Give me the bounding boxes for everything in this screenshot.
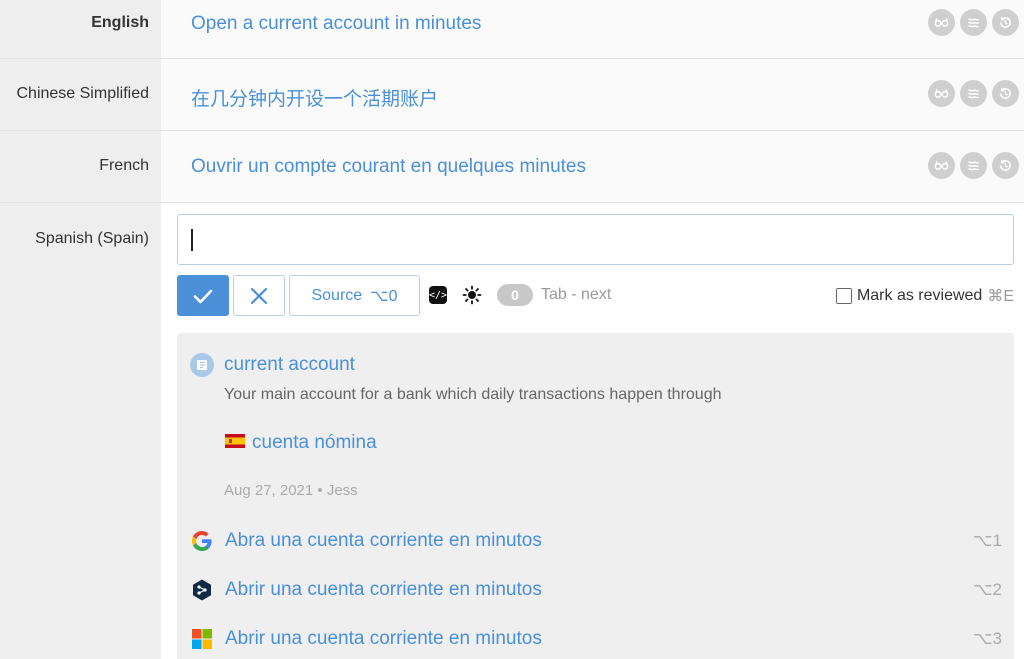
glossary-book-icon — [190, 353, 214, 377]
source-shortcut: ⌥0 — [370, 287, 398, 305]
machine-translation-text: Abrir una cuenta corriente en minutos — [225, 579, 542, 600]
row-actions — [928, 9, 1019, 36]
machine-translation-shortcut: ⌥1 — [972, 531, 1002, 550]
glossary-description: Your main account for a bank which daily… — [224, 386, 722, 403]
machine-translation-deepl[interactable]: Abrir una cuenta corriente en minutos ⌥2 — [190, 575, 1014, 605]
glasses-icon[interactable] — [928, 9, 955, 36]
editor-toolbar: Source ⌥0 </> 0 Tab - next Mark as revie… — [177, 275, 1014, 316]
deepl-logo-icon — [193, 579, 211, 601]
save-button[interactable] — [177, 275, 229, 316]
machine-translation-text: Abrir una cuenta corriente en minutos — [225, 628, 542, 649]
glossary-meta: Aug 27, 2021 • Jess — [224, 482, 358, 499]
language-label: Chinese Simplified — [0, 59, 161, 130]
spain-flag-icon — [225, 434, 245, 448]
translation-row-english[interactable]: English Open a current account in minute… — [0, 0, 1024, 58]
machine-translation-text: Abra una cuenta corriente en minutos — [225, 530, 542, 551]
microsoft-logo-icon — [192, 629, 212, 649]
history-icon[interactable] — [992, 152, 1019, 179]
translation-text[interactable]: 在几分钟内开设一个活期账户 — [191, 84, 438, 111]
translation-text[interactable]: Ouvrir un compte courant en quelques min… — [191, 156, 586, 178]
translation-input[interactable] — [177, 214, 1014, 265]
text-caret — [191, 229, 193, 251]
suggestions-panel: current account Your main account for a … — [177, 333, 1014, 659]
row-actions — [928, 152, 1019, 179]
translation-row-french[interactable]: French Ouvrir un compte courant en quelq… — [0, 131, 1024, 202]
sun-icon[interactable] — [462, 285, 482, 305]
row-actions — [928, 80, 1019, 107]
machine-translation-shortcut: ⌥3 — [972, 629, 1002, 648]
waves-icon[interactable] — [960, 9, 987, 36]
close-icon — [250, 287, 268, 304]
machine-translation-shortcut: ⌥2 — [972, 580, 1002, 599]
check-icon — [193, 289, 213, 303]
language-label: Spanish (Spain) — [0, 203, 161, 263]
cancel-button[interactable] — [233, 275, 285, 316]
mark-reviewed-checkbox[interactable] — [835, 288, 852, 304]
history-icon[interactable] — [992, 9, 1019, 36]
translation-row-chinese[interactable]: Chinese Simplified 在几分钟内开设一个活期账户 — [0, 59, 1024, 130]
google-logo-icon — [192, 531, 212, 551]
mark-reviewed-shortcut: ⌘E — [987, 288, 1014, 305]
code-icon[interactable]: </> — [429, 286, 447, 304]
waves-icon[interactable] — [960, 152, 987, 179]
glasses-icon[interactable] — [928, 80, 955, 107]
glossary-translation[interactable]: cuenta nómina — [252, 432, 377, 454]
machine-translation-microsoft[interactable]: Abrir una cuenta corriente en minutos ⌥3 — [190, 624, 1014, 654]
glasses-icon[interactable] — [928, 152, 955, 179]
translation-text[interactable]: Open a current account in minutes — [191, 13, 481, 35]
history-icon[interactable] — [992, 80, 1019, 107]
language-label: French — [0, 131, 161, 202]
language-label: English — [0, 0, 161, 58]
waves-icon[interactable] — [960, 80, 987, 107]
source-label: Source — [311, 286, 363, 304]
mark-reviewed[interactable]: Mark as reviewed ⌘E — [835, 286, 1014, 306]
glossary-term[interactable]: current account — [224, 354, 355, 376]
copy-source-button[interactable]: Source ⌥0 — [289, 275, 420, 316]
mark-reviewed-label: Mark as reviewed — [856, 287, 983, 304]
counter-badge: 0 — [497, 284, 533, 306]
machine-translation-google[interactable]: Abra una cuenta corriente en minutos ⌥1 — [190, 526, 1014, 556]
tab-hint: Tab - next — [541, 286, 612, 303]
